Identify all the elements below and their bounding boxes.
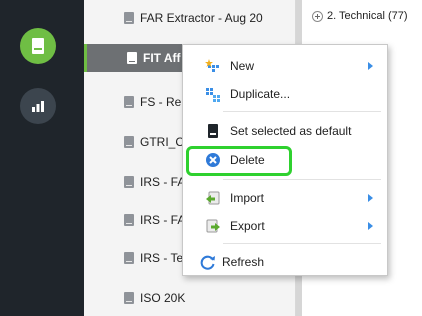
submenu-arrow-icon <box>368 62 373 70</box>
menu-item-duplicate[interactable]: Duplicate... <box>183 81 387 107</box>
duplicate-icon <box>206 88 220 102</box>
rail-reports-button[interactable] <box>20 88 56 124</box>
delete-icon <box>206 153 220 167</box>
menu-separator <box>223 243 381 244</box>
document-icon <box>124 136 134 148</box>
list-item-label: FAR Extractor - Aug 20 <box>140 11 263 25</box>
document-icon <box>124 176 134 188</box>
tree-node[interactable]: 2. Technical (77) <box>312 10 408 22</box>
list-item[interactable]: FAR Extractor - Aug 20 <box>84 4 295 32</box>
document-icon <box>124 252 134 264</box>
list-item[interactable]: ISO 20K <box>84 284 295 312</box>
context-menu: New Duplicate... Set selected as default <box>182 44 388 276</box>
refresh-icon <box>200 255 215 270</box>
menu-item-label: Delete <box>230 153 265 167</box>
list-item-label: IRS - FA <box>140 213 186 227</box>
menu-item-label: New <box>230 59 255 73</box>
menu-item-refresh[interactable]: Refresh <box>183 249 387 275</box>
menu-item-label: Export <box>230 219 265 233</box>
rail-documents-button[interactable] <box>20 28 56 64</box>
new-icon <box>205 59 219 72</box>
document-icon <box>127 52 137 64</box>
bar-chart-icon <box>32 101 44 112</box>
expand-icon[interactable] <box>312 10 323 22</box>
submenu-arrow-icon <box>368 194 373 202</box>
submenu-arrow-icon <box>368 222 373 230</box>
list-item-label: GTRI_C <box>140 135 185 149</box>
list-item-label: IRS - Te <box>140 251 184 265</box>
document-icon <box>124 96 134 108</box>
menu-item-import[interactable]: Import <box>183 185 387 211</box>
list-item-label: FS - Re <box>140 95 182 109</box>
document-icon <box>124 12 134 24</box>
menu-item-export[interactable]: Export <box>183 213 387 239</box>
menu-separator <box>223 111 381 112</box>
menu-item-delete[interactable]: Delete <box>183 147 387 173</box>
export-icon <box>206 219 220 233</box>
left-rail <box>0 0 84 316</box>
menu-item-label: Duplicate... <box>230 87 291 101</box>
tree-node-label: 2. Technical (77) <box>327 10 408 22</box>
document-icon <box>124 214 134 226</box>
menu-separator <box>223 179 381 180</box>
menu-item-label: Set selected as default <box>230 124 352 138</box>
menu-item-new[interactable]: New <box>183 53 387 79</box>
list-item-label: IRS - FA <box>140 175 186 189</box>
import-icon <box>206 191 220 205</box>
document-icon <box>32 38 44 54</box>
menu-item-label: Import <box>230 191 265 205</box>
document-icon <box>124 292 134 304</box>
menu-item-label: Refresh <box>222 255 265 269</box>
list-item-label: ISO 20K <box>140 291 186 305</box>
list-item-label: FIT Aff <box>143 51 181 65</box>
default-icon <box>208 124 218 138</box>
menu-item-set-default[interactable]: Set selected as default <box>183 118 387 144</box>
